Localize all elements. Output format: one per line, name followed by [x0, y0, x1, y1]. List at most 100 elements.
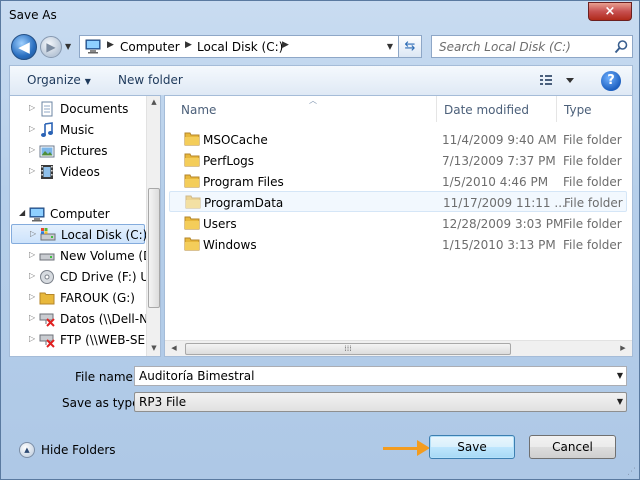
file-row-perflogs[interactable]: PerfLogs 7/13/2009 7:37 PM File folder: [169, 150, 627, 171]
file-date: 11/17/2009 11:11 ...: [443, 196, 566, 210]
sidebar-item-label: Music: [60, 123, 95, 137]
breadcrumb-separator[interactable]: ▶: [282, 40, 289, 50]
resize-grip-icon[interactable]: ⋰: [627, 467, 639, 479]
close-button[interactable]: ×: [588, 2, 632, 21]
breadcrumb-separator[interactable]: ▶: [185, 40, 192, 50]
sidebar-item-label: FTP (\\WEB-SER: [60, 333, 154, 347]
sidebar-item-pictures[interactable]: ▷ Pictures: [10, 141, 160, 161]
folder-icon: [185, 195, 201, 209]
file-name-field[interactable]: Auditoría Bimestral ▼: [134, 366, 627, 386]
cd-drive-icon: [40, 270, 54, 284]
title-bar[interactable]: Save As ×: [1, 1, 639, 31]
file-date: 12/28/2009 3:03 PM: [442, 217, 564, 231]
expand-arrow-icon[interactable]: ▷: [29, 166, 35, 175]
column-header-name[interactable]: Name ︿: [174, 96, 437, 122]
hide-folders-label: Hide Folders: [41, 443, 116, 457]
save-type-select[interactable]: RP3 File ▼: [134, 392, 627, 412]
organize-button[interactable]: Organize ▼: [27, 73, 91, 87]
help-button[interactable]: ?: [601, 71, 621, 91]
expand-arrow-icon[interactable]: ▷: [29, 103, 35, 112]
scroll-right-arrow[interactable]: ▶: [616, 344, 630, 352]
forward-button[interactable]: ▶: [40, 36, 62, 58]
command-toolbar: Organize ▼ New folder ?: [9, 65, 633, 95]
scroll-left-arrow[interactable]: ◀: [167, 344, 181, 352]
sidebar-item-datos[interactable]: ▷ Datos (\\Dell-Na: [10, 309, 160, 329]
address-bar[interactable]: ▶ Computer ▶ Local Disk (C:) ▶ ▼: [79, 35, 399, 58]
documents-icon: [41, 101, 53, 117]
refresh-button[interactable]: ⇆: [399, 35, 422, 58]
sidebar-item-ftp[interactable]: ▷ FTP (\\WEB-SER: [10, 330, 160, 350]
new-folder-button[interactable]: New folder: [118, 73, 183, 87]
back-button[interactable]: ◀: [11, 34, 37, 60]
horizontal-scrollbar[interactable]: ◀ ⁞⁞⁞ ▶: [165, 340, 632, 356]
music-icon: [41, 122, 53, 137]
file-name-input[interactable]: Auditoría Bimestral: [139, 369, 254, 383]
views-icon: [540, 75, 574, 85]
file-row-programdata[interactable]: ProgramData 11/17/2009 11:11 ... File fo…: [169, 191, 627, 212]
expand-arrow-icon[interactable]: ▷: [29, 250, 35, 259]
horizontal-scroll-thumb[interactable]: ⁞⁞⁞: [185, 343, 511, 355]
sidebar-item-computer[interactable]: ◢ Computer: [10, 204, 160, 224]
save-type-value: RP3 File: [139, 395, 187, 409]
expand-arrow-icon[interactable]: ▷: [29, 145, 35, 154]
breadcrumb-separator[interactable]: ▶: [107, 40, 114, 50]
sidebar-item-videos[interactable]: ▷ Videos: [10, 162, 160, 182]
column-header-type[interactable]: Type: [557, 96, 632, 122]
save-type-label: Save as type:: [62, 396, 144, 410]
chevron-down-icon[interactable]: ▼: [617, 397, 623, 406]
sidebar-item-label: CD Drive (F:) U3: [60, 270, 157, 284]
address-history-dropdown[interactable]: ▼: [382, 37, 398, 56]
recent-pages-dropdown[interactable]: ▼: [65, 42, 71, 51]
folder-icon: [184, 237, 200, 251]
file-type: File folder: [563, 175, 622, 189]
pointer-arrow-line: [383, 447, 421, 450]
file-type: File folder: [563, 133, 622, 147]
videos-icon: [41, 165, 53, 179]
scroll-up-arrow[interactable]: ▲: [147, 98, 160, 106]
sidebar-item-label: Computer: [50, 207, 110, 221]
sidebar-item-label: Datos (\\Dell-Na: [60, 312, 156, 326]
sidebar-scroll-thumb[interactable]: [148, 188, 160, 308]
file-row-msocache[interactable]: MSOCache 11/4/2009 9:40 AM File folder: [169, 129, 627, 150]
expand-arrow-icon[interactable]: ▷: [29, 124, 35, 133]
file-type: File folder: [564, 196, 623, 210]
local-disk-icon: [40, 228, 56, 241]
expand-arrow-icon[interactable]: ▷: [29, 271, 35, 280]
drive-icon: [39, 253, 55, 261]
file-name: ProgramData: [204, 196, 284, 210]
search-icon[interactable]: [613, 39, 629, 55]
folder-icon: [184, 174, 200, 188]
breadcrumb-computer[interactable]: Computer: [120, 40, 180, 54]
expand-arrow-icon[interactable]: ▷: [29, 292, 35, 301]
sidebar-item-label: Pictures: [60, 144, 108, 158]
file-name-label: File name:: [75, 370, 137, 384]
sidebar-item-farouk[interactable]: ▷ FAROUK (G:): [10, 288, 160, 308]
search-input[interactable]: Search Local Disk (C:): [439, 40, 571, 54]
sort-arrow-icon: ︿: [309, 96, 317, 105]
file-row-program-files[interactable]: Program Files 1/5/2010 4:46 PM File fold…: [169, 171, 627, 192]
save-button[interactable]: Save: [429, 435, 515, 459]
navigation-bar: ◀ ▶ ▼ ▶ Computer ▶ Local Disk (C:) ▶ ▼ ⇆…: [1, 31, 639, 63]
breadcrumb-local-disk[interactable]: Local Disk (C:): [197, 40, 283, 54]
sidebar-item-label: FAROUK (G:): [60, 291, 135, 305]
column-header-date[interactable]: Date modified: [437, 96, 557, 122]
search-box[interactable]: Search Local Disk (C:): [431, 35, 633, 58]
sidebar-item-local-disk[interactable]: ▷ Local Disk (C:): [11, 224, 147, 244]
sidebar-item-new-volume[interactable]: ▷ New Volume (D:: [10, 246, 160, 266]
sidebar-item-cd-drive[interactable]: ▷ CD Drive (F:) U3: [10, 267, 160, 287]
file-row-users[interactable]: Users 12/28/2009 3:03 PM File folder: [169, 213, 627, 234]
change-view-button[interactable]: [538, 71, 582, 90]
collapse-arrow-icon[interactable]: ◢: [19, 208, 25, 217]
expand-arrow-icon[interactable]: ▷: [29, 313, 35, 322]
expand-arrow-icon[interactable]: ▷: [30, 229, 36, 238]
hide-folders-button[interactable]: ▲ Hide Folders: [19, 441, 119, 461]
cancel-button[interactable]: Cancel: [529, 435, 616, 459]
sidebar-item-documents[interactable]: ▷ Documents: [10, 99, 160, 119]
sidebar-item-music[interactable]: ▷ Music: [10, 120, 160, 140]
file-row-windows[interactable]: Windows 1/15/2010 3:13 PM File folder: [169, 234, 627, 255]
expand-arrow-icon[interactable]: ▷: [29, 334, 35, 343]
chevron-down-icon[interactable]: ▼: [617, 371, 623, 380]
scroll-down-arrow[interactable]: ▼: [147, 344, 160, 352]
file-date: 1/15/2010 3:13 PM: [442, 238, 556, 252]
sidebar-scrollbar[interactable]: ▲ ▼: [146, 96, 160, 356]
